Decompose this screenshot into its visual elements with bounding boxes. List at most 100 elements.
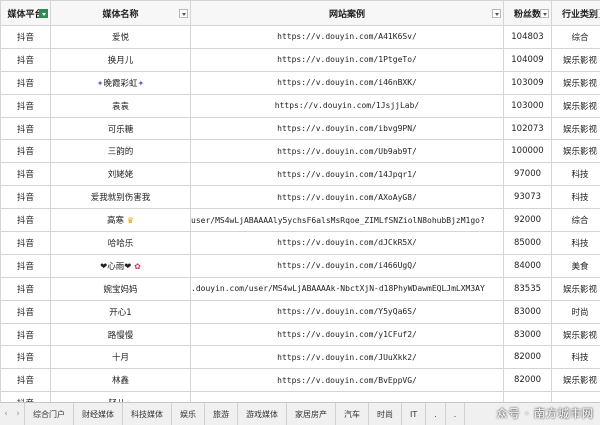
tab-scroll-prev-icon[interactable]: ‹ bbox=[0, 409, 12, 419]
cell-platform[interactable]: 抖音 bbox=[1, 48, 51, 71]
cell-name[interactable]: 林鑫 bbox=[51, 369, 191, 392]
cell-fans[interactable]: 83000 bbox=[504, 300, 552, 323]
cell-url[interactable]: https://v.douyin.com/i46nBXK/ bbox=[191, 71, 504, 94]
cell-industry[interactable] bbox=[552, 392, 600, 402]
header-url[interactable]: 网站案例 bbox=[191, 1, 504, 26]
cell-fans[interactable]: 104803 bbox=[504, 26, 552, 49]
cell-url[interactable]: https://v.douyin.com/AXoAyG8/ bbox=[191, 186, 504, 209]
cell-fans[interactable]: 82000 bbox=[504, 346, 552, 369]
cell-fans[interactable]: 85000 bbox=[504, 232, 552, 255]
cell-fans[interactable]: 83535 bbox=[504, 277, 552, 300]
cell-industry[interactable]: 娱乐影视 bbox=[552, 94, 600, 117]
header-name[interactable]: 媒体名称 bbox=[51, 1, 191, 26]
filter-dropdown-icon[interactable] bbox=[179, 9, 188, 18]
cell-platform[interactable]: 抖音 bbox=[1, 232, 51, 255]
cell-industry[interactable]: 娱乐影视 bbox=[552, 117, 600, 140]
cell-industry[interactable]: 科技 bbox=[552, 186, 600, 209]
cell-url[interactable]: https://v.douyin.com/Y5yQa6S/ bbox=[191, 300, 504, 323]
cell-industry[interactable]: 娱乐影视 bbox=[552, 48, 600, 71]
cell-fans[interactable]: 93073 bbox=[504, 186, 552, 209]
cell-url[interactable]: https://v.douyin.com/BvEppVG/ bbox=[191, 369, 504, 392]
cell-url[interactable]: https://v.douyin.com/dJCkR5X/ bbox=[191, 232, 504, 255]
cell-name[interactable]: 哈哈乐 bbox=[51, 232, 191, 255]
cell-url[interactable] bbox=[191, 392, 504, 402]
cell-platform[interactable]: 抖音 bbox=[1, 300, 51, 323]
cell-url[interactable]: https://v.douyin.com/i466UgQ/ bbox=[191, 254, 504, 277]
cell-platform[interactable]: 抖音 bbox=[1, 209, 51, 232]
cell-name[interactable]: 袁袁 bbox=[51, 94, 191, 117]
cell-fans[interactable]: 103000 bbox=[504, 94, 552, 117]
cell-url[interactable]: https://v.douyin.com/Ub9ab9T/ bbox=[191, 140, 504, 163]
sheet-tab[interactable]: 时尚 bbox=[369, 403, 402, 425]
cell-industry[interactable]: 时尚 bbox=[552, 300, 600, 323]
sheet-tab[interactable]: 娱乐 bbox=[172, 403, 205, 425]
filter-dropdown-icon[interactable] bbox=[540, 9, 549, 18]
cell-industry[interactable]: 娱乐影视 bbox=[552, 369, 600, 392]
cell-fans[interactable]: 92000 bbox=[504, 209, 552, 232]
cell-url[interactable]: https://v.douyin.com/A41K6Sv/ bbox=[191, 26, 504, 49]
sheet-tab[interactable]: . bbox=[426, 403, 446, 425]
cell-industry[interactable]: 娱乐影视 bbox=[552, 323, 600, 346]
cell-industry[interactable]: 科技 bbox=[552, 232, 600, 255]
cell-name[interactable]: 换月儿 bbox=[51, 48, 191, 71]
header-industry[interactable]: 行业类别 bbox=[552, 1, 600, 26]
cell-industry[interactable]: 科技 bbox=[552, 346, 600, 369]
filter-dropdown-icon[interactable] bbox=[492, 9, 501, 18]
sheet-tab[interactable]: . bbox=[446, 403, 466, 425]
cell-platform[interactable]: 抖音 bbox=[1, 369, 51, 392]
cell-name[interactable]: 开心1 bbox=[51, 300, 191, 323]
cell-platform[interactable]: 抖音 bbox=[1, 392, 51, 402]
sheet-tab[interactable]: 旅游 bbox=[205, 403, 238, 425]
cell-fans[interactable]: 83000 bbox=[504, 323, 552, 346]
tab-scroll-next-icon[interactable]: › bbox=[12, 409, 24, 419]
cell-name[interactable]: 轻儿♨ bbox=[51, 392, 191, 402]
cell-industry[interactable]: 娱乐影视 bbox=[552, 277, 600, 300]
cell-name[interactable]: 十月 bbox=[51, 346, 191, 369]
cell-platform[interactable]: 抖音 bbox=[1, 140, 51, 163]
cell-fans[interactable]: 103009 bbox=[504, 71, 552, 94]
cell-url[interactable]: https://v.douyin.com/1JsjjLab/ bbox=[191, 94, 504, 117]
cell-name[interactable]: 爱我就别伤害我 bbox=[51, 186, 191, 209]
cell-fans[interactable]: 82000 bbox=[504, 369, 552, 392]
cell-name[interactable]: 高寒 ♛ bbox=[51, 209, 191, 232]
sheet-tab[interactable]: 家居房产 bbox=[287, 403, 336, 425]
cell-fans[interactable]: 104009 bbox=[504, 48, 552, 71]
cell-name[interactable]: 三韵的 bbox=[51, 140, 191, 163]
filter-dropdown-active-icon[interactable] bbox=[39, 9, 48, 18]
sheet-tab[interactable]: 汽车 bbox=[336, 403, 369, 425]
cell-platform[interactable]: 抖音 bbox=[1, 117, 51, 140]
cell-platform[interactable]: 抖音 bbox=[1, 26, 51, 49]
cell-platform[interactable]: 抖音 bbox=[1, 71, 51, 94]
cell-industry[interactable]: 娱乐影视 bbox=[552, 140, 600, 163]
cell-url[interactable]: user/MS4wLjABAAAAly5ychsF6alsMsRqoe_ZIML… bbox=[191, 209, 504, 232]
cell-platform[interactable]: 抖音 bbox=[1, 163, 51, 186]
cell-industry[interactable]: 娱乐影视 bbox=[552, 71, 600, 94]
sheet-tab[interactable]: 综合门户 bbox=[24, 403, 74, 425]
cell-url[interactable]: .douyin.com/user/MS4wLjABAAAAk-NbctXjN-d… bbox=[191, 277, 504, 300]
cell-platform[interactable]: 抖音 bbox=[1, 94, 51, 117]
cell-fans[interactable]: 100000 bbox=[504, 140, 552, 163]
cell-fans[interactable] bbox=[504, 392, 552, 402]
cell-url[interactable]: https://v.douyin.com/14Jpqr1/ bbox=[191, 163, 504, 186]
cell-name[interactable]: 爱悦 bbox=[51, 26, 191, 49]
cell-name[interactable]: 刘姥姥 bbox=[51, 163, 191, 186]
cell-fans[interactable]: 84000 bbox=[504, 254, 552, 277]
cell-industry[interactable]: 综合 bbox=[552, 209, 600, 232]
cell-name[interactable]: 婉宝妈妈 bbox=[51, 277, 191, 300]
header-fans[interactable]: 粉丝数 bbox=[504, 1, 552, 26]
cell-platform[interactable]: 抖音 bbox=[1, 346, 51, 369]
header-platform[interactable]: 媒体平台 bbox=[1, 1, 51, 26]
cell-platform[interactable]: 抖音 bbox=[1, 186, 51, 209]
cell-platform[interactable]: 抖音 bbox=[1, 323, 51, 346]
cell-url[interactable]: https://v.douyin.com/y1CFuf2/ bbox=[191, 323, 504, 346]
cell-url[interactable]: https://v.douyin.com/ibvg9PN/ bbox=[191, 117, 504, 140]
sheet-tab[interactable]: IT bbox=[402, 403, 426, 425]
sheet-tab[interactable]: 科技媒体 bbox=[123, 403, 172, 425]
cell-industry[interactable]: 科技 bbox=[552, 163, 600, 186]
sheet-tab[interactable]: 财经媒体 bbox=[74, 403, 123, 425]
cell-fans[interactable]: 102073 bbox=[504, 117, 552, 140]
cell-platform[interactable]: 抖音 bbox=[1, 277, 51, 300]
cell-url[interactable]: https://v.douyin.com/JUuXkk2/ bbox=[191, 346, 504, 369]
cell-name[interactable]: ✦晚霞彩虹✦ bbox=[51, 71, 191, 94]
sheet-tab[interactable]: 游戏媒体 bbox=[238, 403, 287, 425]
